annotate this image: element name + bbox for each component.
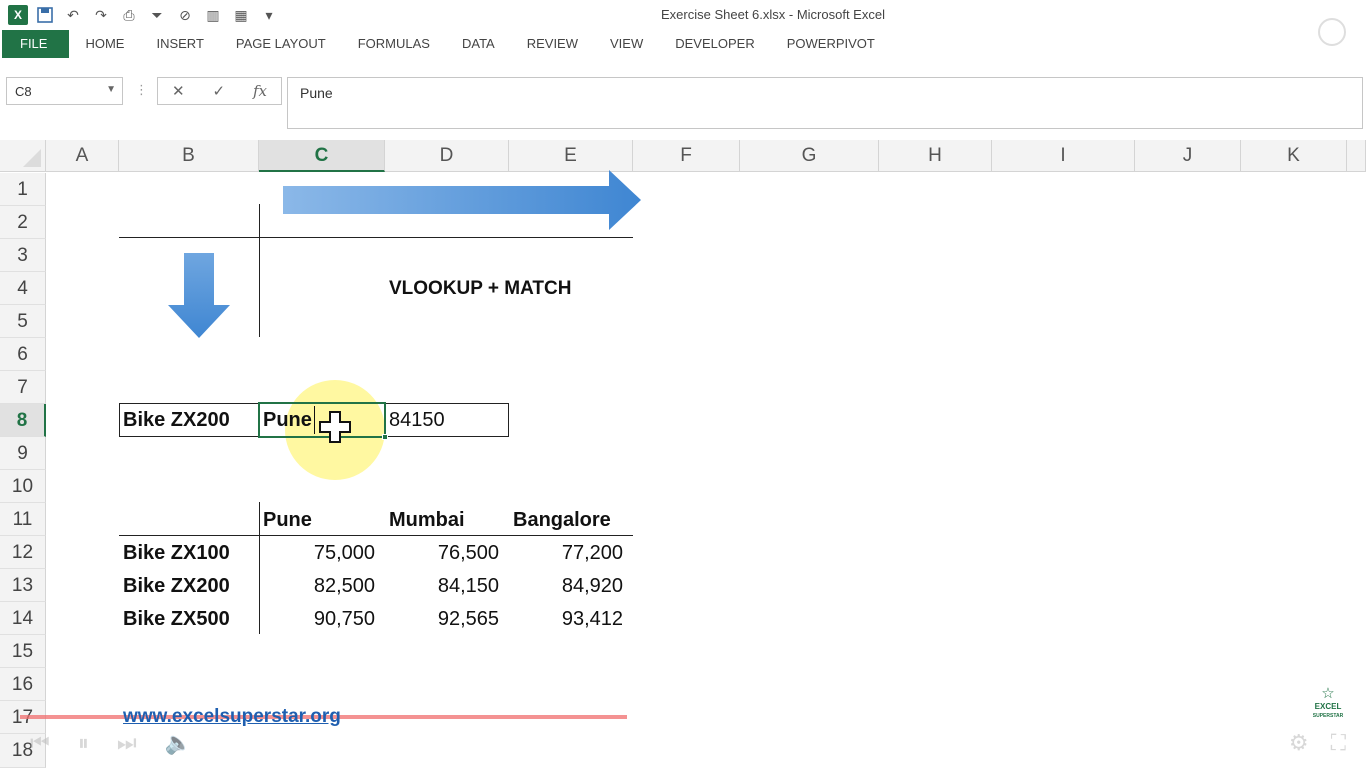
watermark-line2: SUPERSTAR [1312, 713, 1344, 720]
column-header-i[interactable]: I [992, 140, 1135, 172]
ribbon-tabs: FILE HOME INSERT PAGE LAYOUT FORMULAS DA… [0, 30, 1366, 58]
worksheet-grid[interactable]: A B C D E F G H I J K 1 2 3 4 5 6 7 8 9 … [0, 140, 1366, 768]
tab-developer[interactable]: DEVELOPER [659, 30, 770, 58]
tab-insert[interactable]: INSERT [140, 30, 219, 58]
table-cell[interactable]: 77,200 [509, 542, 623, 565]
row-header-1[interactable]: 1 [0, 173, 46, 206]
table-cell[interactable]: 93,412 [509, 608, 623, 631]
column-header-k[interactable]: K [1241, 140, 1347, 172]
header-divider-line [119, 237, 633, 238]
table-header[interactable]: Mumbai [389, 509, 465, 532]
watermark-line1: EXCEL [1314, 701, 1342, 711]
row-header-7[interactable]: 7 [0, 371, 46, 404]
table-header[interactable]: Pune [263, 509, 312, 532]
down-arrow-shape[interactable] [166, 253, 232, 339]
tab-home[interactable]: HOME [69, 30, 140, 58]
text-caret [314, 406, 315, 434]
video-controls-right: ⚙ ⛶ [1289, 730, 1346, 756]
row-header-10[interactable]: 10 [0, 470, 46, 503]
window-title: Exercise Sheet 6.xlsx - Microsoft Excel [661, 7, 885, 22]
next-icon[interactable]: ⏭ [117, 730, 137, 756]
channel-watermark: ☆ EXCEL SUPERSTAR [1308, 685, 1348, 722]
table-header-line [119, 535, 633, 536]
website-link[interactable]: www.excelsuperstar.org [123, 706, 341, 728]
row-header-13[interactable]: 13 [0, 569, 46, 602]
video-controls: ⏮ ⏸ ⏭ 🔈 [30, 730, 192, 756]
tab-data[interactable]: DATA [446, 30, 511, 58]
formula-input[interactable]: Pune [287, 77, 1363, 129]
volume-icon[interactable]: 🔈 [165, 730, 192, 756]
column-header-d[interactable]: D [385, 140, 509, 172]
table-header[interactable]: Bangalore [513, 509, 611, 532]
tab-formulas[interactable]: FORMULAS [342, 30, 446, 58]
column-header-c[interactable]: C [259, 140, 385, 172]
row-header-4[interactable]: 4 [0, 272, 46, 305]
table-cell[interactable]: 84,150 [385, 575, 499, 598]
row-header-3[interactable]: 3 [0, 239, 46, 272]
column-header-f[interactable]: F [633, 140, 740, 172]
table-cell[interactable]: 92,565 [385, 608, 499, 631]
enter-icon[interactable]: ✓ [212, 82, 225, 100]
table-cell[interactable]: 82,500 [259, 575, 375, 598]
column-header-j[interactable]: J [1135, 140, 1241, 172]
settings-icon[interactable]: ⚙ [1289, 730, 1309, 756]
lookup-item[interactable]: Bike ZX200 [123, 409, 230, 432]
table-cell[interactable]: 76,500 [385, 542, 499, 565]
table-cell[interactable]: 90,750 [259, 608, 375, 631]
resize-handle-icon[interactable]: ⋮ [135, 82, 148, 98]
name-box-value: C8 [15, 84, 32, 99]
row-header-11[interactable]: 11 [0, 503, 46, 536]
name-box[interactable]: C8 ▼ [6, 77, 123, 105]
heading-label: VLOOKUP + MATCH [389, 278, 572, 299]
previous-icon[interactable]: ⏮ [30, 730, 50, 756]
column-header-b[interactable]: B [119, 140, 259, 172]
chevron-down-icon[interactable]: ▼ [106, 84, 116, 95]
formula-bar: C8 ▼ ⋮ ✕ ✓ fx Pune [0, 76, 1366, 129]
move-cursor-icon [318, 410, 352, 450]
fill-handle[interactable] [382, 434, 388, 440]
tab-powerpivot[interactable]: POWERPIVOT [771, 30, 891, 58]
column-header-l[interactable] [1347, 140, 1366, 172]
pause-icon[interactable]: ⏸ [78, 730, 89, 756]
row-header-14[interactable]: 14 [0, 602, 46, 635]
column-header-e[interactable]: E [509, 140, 633, 172]
column-header-g[interactable]: G [740, 140, 879, 172]
header-vertical-line [259, 204, 260, 337]
table-cell[interactable]: 84,920 [509, 575, 623, 598]
tab-file[interactable]: FILE [2, 30, 70, 58]
row-header-8[interactable]: 8 [0, 404, 46, 437]
row-header-5[interactable]: 5 [0, 305, 46, 338]
row-header-9[interactable]: 9 [0, 437, 46, 470]
select-all-button[interactable] [0, 140, 46, 172]
row-header-12[interactable]: 12 [0, 536, 46, 569]
lookup-city[interactable]: Pune [263, 409, 312, 432]
column-header-h[interactable]: H [879, 140, 992, 172]
table-row-label[interactable]: Bike ZX200 [123, 575, 230, 598]
formula-buttons: ✕ ✓ fx [157, 77, 282, 105]
title-bar: X ↶ ↷ ⎙ ⏷ ⊘ ▥ ▦ ▾ Exercise Sheet 6.xlsx … [0, 0, 1366, 46]
insert-function-icon[interactable]: fx [253, 82, 267, 100]
row-header-2[interactable]: 2 [0, 206, 46, 239]
cancel-icon[interactable]: ✕ [172, 82, 185, 100]
row-header-15[interactable]: 15 [0, 635, 46, 668]
row-header-6[interactable]: 6 [0, 338, 46, 371]
star-logo-icon: ☆ [1321, 685, 1335, 702]
lookup-result[interactable]: 84150 [389, 409, 445, 432]
tab-review[interactable]: REVIEW [511, 30, 594, 58]
right-arrow-shape[interactable] [283, 170, 643, 232]
table-row-label[interactable]: Bike ZX500 [123, 608, 230, 631]
table-cell[interactable]: 75,000 [259, 542, 375, 565]
column-header-a[interactable]: A [46, 140, 119, 172]
fullscreen-icon[interactable]: ⛶ [1331, 730, 1346, 756]
row-header-16[interactable]: 16 [0, 668, 46, 701]
tab-page-layout[interactable]: PAGE LAYOUT [220, 30, 342, 58]
tab-view[interactable]: VIEW [594, 30, 659, 58]
table-row-label[interactable]: Bike ZX100 [123, 542, 230, 565]
